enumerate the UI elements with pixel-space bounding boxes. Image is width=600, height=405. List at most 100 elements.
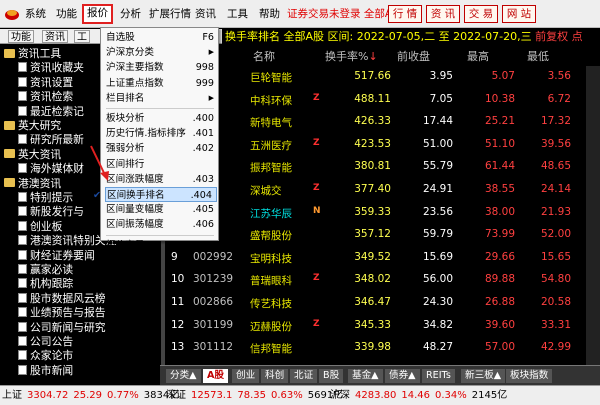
- market-tab[interactable]: A股: [203, 369, 229, 383]
- table-row[interactable]: 深城交 Z 377.40 24.91 38.55 24.14: [165, 179, 600, 201]
- col-high[interactable]: 最高: [467, 48, 489, 64]
- toolbar-info-tab[interactable]: 资讯: [42, 30, 68, 43]
- tree-label: 最近检索记: [30, 104, 84, 118]
- tree-item[interactable]: 股市数据风云榜: [18, 292, 106, 305]
- cell-high: 26.88: [484, 296, 515, 308]
- index-readout[interactable]: 深证 12573.1 78.35 0.63% 5691亿: [166, 387, 348, 405]
- table-row[interactable]: 13 301112 信邦智能 339.98 48.27 57.00 42.99: [165, 337, 600, 359]
- tree-item[interactable]: 众家论市: [18, 349, 73, 362]
- menu-info[interactable]: 资讯: [192, 5, 219, 23]
- toolbar-tools-tab[interactable]: 工: [74, 30, 90, 43]
- index-readout[interactable]: 上证 3304.72 25.29 0.77% 3834亿: [2, 387, 184, 405]
- menu-quote[interactable]: 报价: [82, 4, 113, 24]
- tree-item[interactable]: 海外媒体财: [18, 162, 84, 175]
- tree-item[interactable]: 资讯设置: [18, 76, 73, 89]
- dropdown-item[interactable]: 沪深主要指数 998: [101, 60, 218, 75]
- vertical-scrollbar[interactable]: [586, 66, 600, 365]
- market-tab[interactable]: 科创: [261, 369, 289, 383]
- menu-tools[interactable]: 工具: [224, 5, 251, 23]
- tree-folder[interactable]: 资讯工具: [4, 47, 61, 60]
- tree-item[interactable]: 新股发行与: [18, 205, 84, 218]
- cell-name: 五洲医疗: [250, 139, 292, 152]
- dropdown-item[interactable]: 栏目排名 ▶: [101, 91, 218, 106]
- tree-item[interactable]: 研究所最新: [18, 133, 84, 146]
- dropdown-item[interactable]: 上证重点指数 999: [101, 76, 218, 91]
- tree-item[interactable]: 财经证券要闻: [18, 249, 95, 262]
- index-label: 沪深: [330, 390, 350, 401]
- table-row[interactable]: 新特电气 426.33 17.44 25.21 17.32: [165, 111, 600, 133]
- cell-prev: 7.05: [429, 92, 453, 105]
- menu-extended-market[interactable]: 扩展行情: [146, 5, 194, 23]
- market-button[interactable]: 行 情: [388, 5, 422, 23]
- market-tab[interactable]: 板块指数: [506, 369, 553, 383]
- cell-high: 73.99: [484, 228, 515, 241]
- table-row[interactable]: 12 301199 迈赫股份 Z 345.33 34.82 39.60 33.31: [165, 315, 600, 337]
- dropdown-item[interactable]: 区间涨跌幅度 .403: [101, 172, 218, 187]
- table-row[interactable]: 盛帮股份 357.12 59.79 73.99 52.00: [165, 224, 600, 246]
- tree-item[interactable]: 公司新闻与研究: [18, 321, 106, 334]
- website-button[interactable]: 网 站: [502, 5, 536, 23]
- index-readout[interactable]: 沪深 4283.80 14.46 0.34% 2145亿: [330, 387, 512, 405]
- dropdown-item[interactable]: 自选股 F6: [101, 30, 218, 45]
- table-row[interactable]: 江苏华辰 N 359.33 23.56 38.00 21.93: [165, 202, 600, 224]
- market-tab[interactable]: 债券▲: [385, 369, 420, 383]
- table-row[interactable]: 10 301239 普瑞眼科 Z 348.02 56.00 89.88 54.80: [165, 269, 600, 291]
- tree-folder[interactable]: 港澳资讯: [4, 177, 61, 190]
- tree-item[interactable]: 股市新闻: [18, 364, 73, 377]
- market-tab[interactable]: 创业: [232, 369, 260, 383]
- tree-folder[interactable]: 英大资讯: [4, 148, 61, 161]
- tree-item[interactable]: 特别提示: [18, 191, 73, 204]
- trade-button[interactable]: 交 易: [464, 5, 498, 23]
- tree-item[interactable]: 机构跟踪: [18, 277, 73, 290]
- table-row[interactable]: 振邦智能 380.81 55.79 61.44 48.65: [165, 156, 600, 178]
- market-tab[interactable]: 分类▲: [166, 369, 201, 383]
- table-row[interactable]: 五洲医疗 Z 423.53 51.00 51.10 39.56: [165, 134, 600, 156]
- dropdown-shortcut: .401: [192, 128, 214, 140]
- dropdown-item[interactable]: 沪深京分类 ▶: [101, 45, 218, 60]
- tree-item[interactable]: 资讯检索: [18, 90, 73, 103]
- table-row[interactable]: 中科环保 Z 488.11 7.05 10.38 6.72: [165, 89, 600, 111]
- tree-label: 业绩预告与报告: [30, 306, 106, 320]
- dropdown-item[interactable]: 区间振荡幅度 .406: [101, 217, 218, 232]
- table-row[interactable]: 11 002866 传艺科技 346.47 24.30 26.88 20.58: [165, 292, 600, 314]
- cell-prev: 34.82: [422, 318, 453, 331]
- col-name[interactable]: 名称: [253, 48, 275, 64]
- market-tab[interactable]: REITs: [422, 369, 455, 383]
- market-tab[interactable]: 基金▲: [348, 369, 383, 383]
- dropdown-item[interactable]: 历史行情.指标排序 .401: [101, 126, 218, 141]
- dropdown-item[interactable]: 报价字号 ▶: [101, 238, 218, 253]
- tree-label: 港澳资讯: [18, 176, 62, 190]
- cell-name: 信邦智能: [250, 343, 292, 356]
- dropdown-item[interactable]: 强弱分析 .402: [101, 141, 218, 156]
- tree-folder[interactable]: 英大研究: [4, 119, 61, 132]
- col-low[interactable]: 最低: [527, 48, 549, 64]
- market-tab[interactable]: B股: [319, 369, 344, 383]
- menu-help[interactable]: 帮助: [256, 5, 283, 23]
- market-tab[interactable]: 新三板▲: [461, 369, 506, 383]
- dropdown-item[interactable]: 区间换手排名 ✔ .404: [93, 187, 217, 203]
- dropdown-item[interactable]: 板块分析 .400: [101, 111, 218, 126]
- tree-item[interactable]: 业绩预告与报告: [18, 306, 106, 319]
- table-row[interactable]: 巨轮智能 517.66 3.95 5.07 3.56: [165, 66, 600, 88]
- index-value: 3304.72: [27, 390, 69, 401]
- tree-item[interactable]: 最近检索记: [18, 105, 84, 118]
- menu-analysis[interactable]: 分析: [117, 5, 144, 23]
- tree-label: 赢家必读: [30, 263, 74, 276]
- market-tab[interactable]: 北证: [290, 369, 318, 383]
- tree-item[interactable]: 公司公告: [18, 335, 73, 348]
- table-row[interactable]: 9 002992 宝明科技 349.52 15.69 29.66 15.65: [165, 247, 600, 269]
- news-button[interactable]: 资 讯: [426, 5, 460, 23]
- tree-label: 股市新闻: [30, 363, 74, 377]
- col-turnover[interactable]: 换手率%↓: [325, 48, 378, 64]
- menu-function[interactable]: 功能: [53, 5, 80, 23]
- menu-system[interactable]: 系统: [22, 5, 49, 23]
- dropdown-item[interactable]: 区间排行: [101, 157, 218, 172]
- tree-item[interactable]: 创业板: [18, 220, 62, 233]
- tree-item[interactable]: 赢家必读: [18, 263, 73, 276]
- cell-turnover: 346.47: [354, 296, 391, 308]
- tree-item[interactable]: 资讯收藏夹: [18, 61, 84, 74]
- toolbar-function-tab[interactable]: 功能: [8, 30, 34, 43]
- cell-high: 89.88: [484, 273, 515, 286]
- dropdown-item[interactable]: 区间量变幅度 .405: [101, 202, 218, 217]
- col-prev-close[interactable]: 前收盘: [397, 48, 430, 64]
